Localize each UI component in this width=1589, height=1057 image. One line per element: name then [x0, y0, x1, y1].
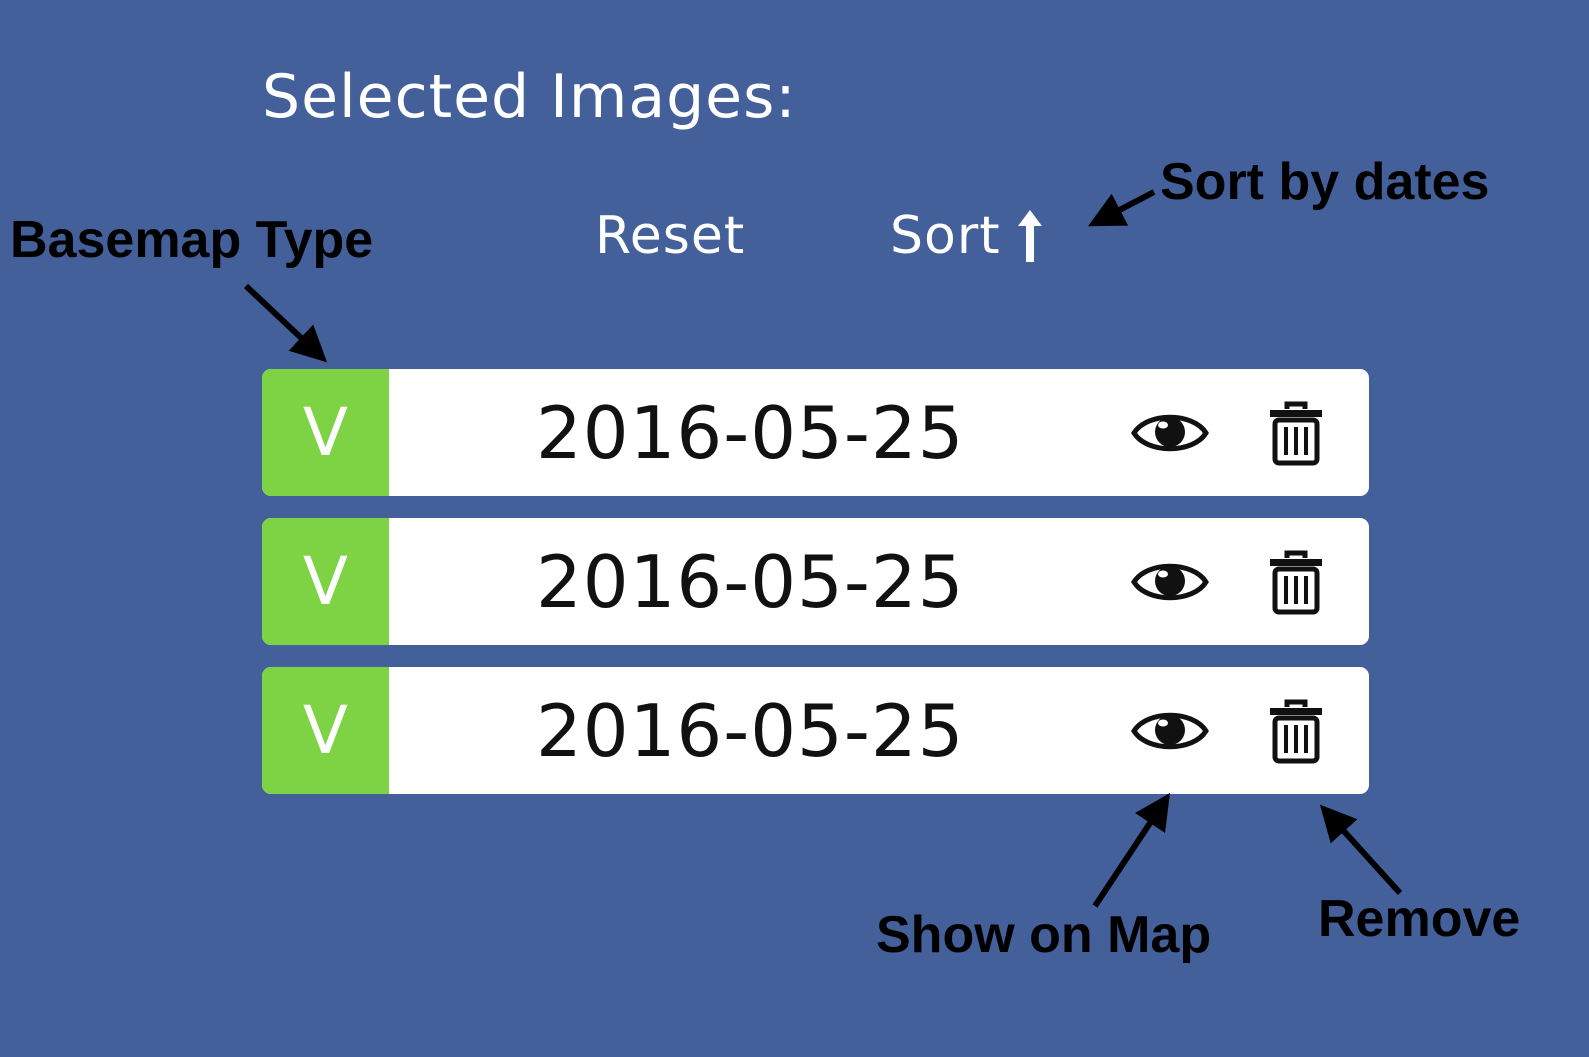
arrow-sort-by-dates — [1088, 189, 1156, 227]
arrow-remove — [1319, 804, 1403, 896]
arrow-show-on-map — [1092, 792, 1170, 908]
arrow-basemap-type — [243, 283, 328, 363]
annotation-arrows — [243, 189, 1403, 908]
